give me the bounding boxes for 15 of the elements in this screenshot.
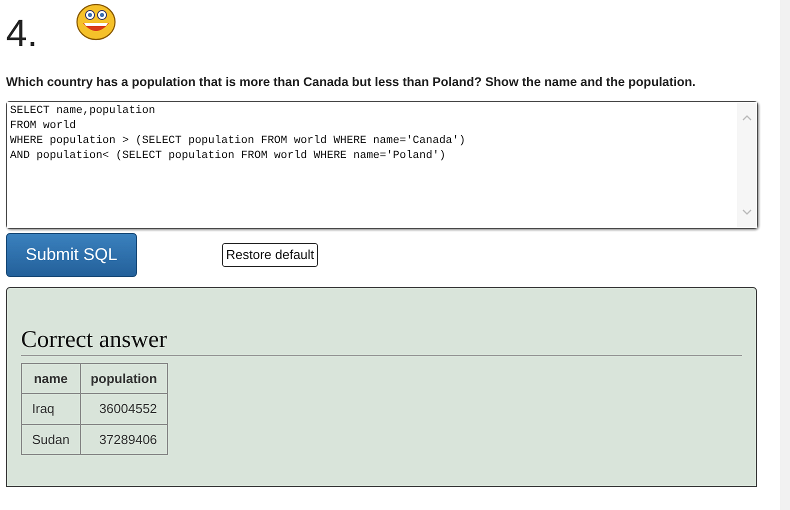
column-header: name xyxy=(22,363,80,394)
table-cell: Sudan xyxy=(22,424,80,455)
column-header: population xyxy=(80,363,168,394)
scroll-up-icon[interactable] xyxy=(742,114,752,121)
question-number: 4. xyxy=(6,15,38,53)
table-cell: 36004552 xyxy=(80,394,168,424)
smiley-icon xyxy=(76,3,116,41)
question-text: Which country has a population that is more than Canada but less than Poland? Show the name and the population. xyxy=(6,74,697,91)
table-cell: 37289406 xyxy=(80,424,168,455)
answer-heading: Correct answer xyxy=(21,326,742,356)
sql-editor[interactable]: SELECT name,population FROM world WHERE population > (SELECT population FROM world WHERE name='Canada') AND population< (SELECT population FROM world WHERE name='Poland') xyxy=(6,101,758,229)
restore-button[interactable]: Restore default xyxy=(222,243,318,267)
scroll-down-icon[interactable] xyxy=(742,209,752,216)
submit-button[interactable]: Submit SQL xyxy=(6,233,137,277)
table-cell: Iraq xyxy=(22,394,80,424)
